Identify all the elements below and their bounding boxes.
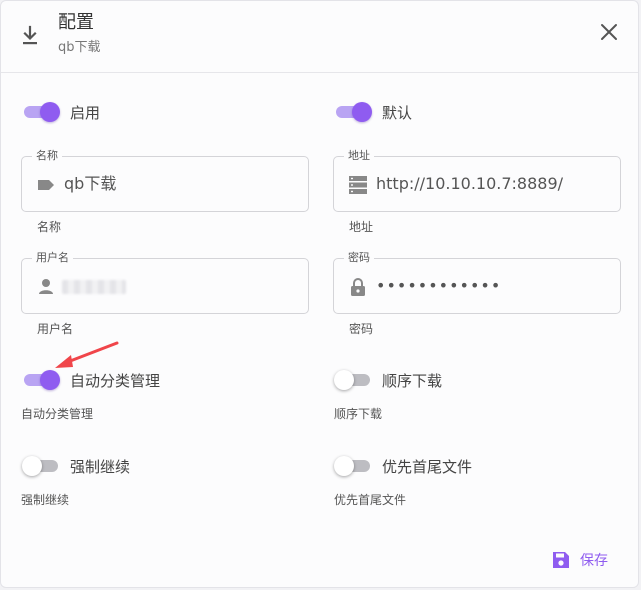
- toggle-enable-label: 启用: [70, 103, 101, 122]
- toggle-enable[interactable]: [22, 101, 60, 123]
- toggle-enable-row: 启用: [22, 100, 100, 124]
- dialog-title: 配置: [58, 12, 94, 33]
- password-field-legend: 密码: [344, 251, 374, 265]
- toggle-force-resume[interactable]: [22, 455, 60, 477]
- first-last-hint: 优先首尾文件: [334, 493, 407, 507]
- download-icon: [23, 25, 37, 45]
- password-hint: 密码: [349, 322, 374, 336]
- toggle-default-label: 默认: [382, 103, 413, 122]
- name-field-legend: 名称: [32, 149, 62, 163]
- address-hint: 地址: [349, 220, 374, 234]
- auto-category-hint: 自动分类管理: [21, 407, 94, 421]
- lock-icon: [351, 278, 365, 296]
- username-input[interactable]: [64, 275, 296, 297]
- name-field[interactable]: 名称: [21, 149, 309, 212]
- toggle-auto-category-label: 自动分类管理: [70, 371, 161, 390]
- toggle-force-resume-row: 强制继续: [22, 454, 130, 478]
- toggle-sequential[interactable]: [334, 369, 372, 391]
- username-hint: 用户名: [37, 322, 74, 336]
- toggle-default-row: 默认: [334, 100, 412, 124]
- name-hint: 名称: [37, 220, 62, 234]
- config-dialog: 配置 qb下载 启用 默认 名称 名称 地址: [0, 0, 639, 588]
- password-value[interactable]: ••••••••••••: [376, 275, 608, 297]
- dialog-subtitle: qb下载: [58, 40, 101, 55]
- toggle-default[interactable]: [334, 101, 372, 123]
- person-icon: [39, 279, 53, 294]
- close-icon[interactable]: [598, 21, 620, 43]
- toggle-auto-category-row: 自动分类管理: [22, 368, 160, 392]
- toggle-sequential-row: 顺序下载: [334, 368, 442, 392]
- force-resume-hint: 强制继续: [21, 493, 70, 507]
- password-field[interactable]: 密码 ••••••••••••: [333, 251, 621, 314]
- label-icon: [38, 180, 54, 190]
- toggle-sequential-label: 顺序下载: [382, 371, 443, 390]
- dialog-header: 配置 qb下载: [1, 1, 638, 73]
- toggle-first-last-row: 优先首尾文件: [334, 454, 472, 478]
- address-field-legend: 地址: [344, 149, 374, 163]
- address-input[interactable]: [376, 173, 608, 195]
- toggle-force-resume-label: 强制继续: [70, 457, 131, 476]
- server-icon: [349, 176, 367, 194]
- save-label: 保存: [580, 553, 608, 569]
- toggle-first-last[interactable]: [334, 455, 372, 477]
- sequential-hint: 顺序下载: [334, 407, 383, 421]
- name-input[interactable]: [64, 173, 296, 195]
- username-field-legend: 用户名: [32, 251, 73, 265]
- username-field[interactable]: 用户名: [21, 251, 309, 314]
- save-button[interactable]: 保存: [552, 549, 608, 571]
- toggle-auto-category[interactable]: [22, 369, 60, 391]
- address-field[interactable]: 地址: [333, 149, 621, 212]
- save-icon: [553, 552, 569, 568]
- toggle-first-last-label: 优先首尾文件: [382, 457, 473, 476]
- annotation-arrow-icon: [55, 341, 119, 368]
